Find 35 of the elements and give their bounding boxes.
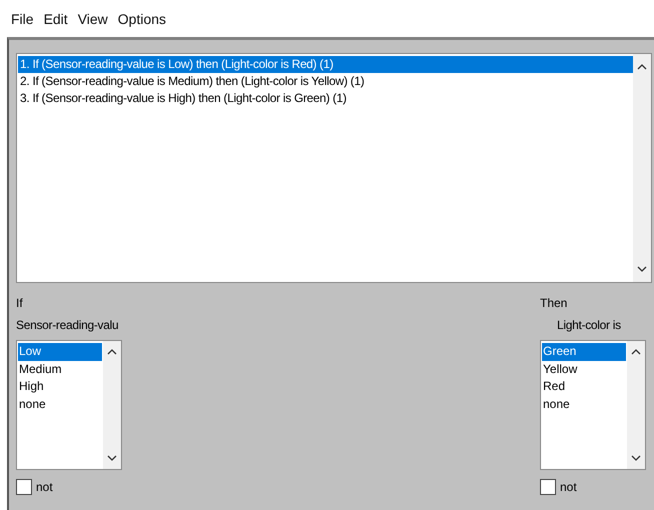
scroll-up-icon[interactable] (637, 64, 647, 70)
rule-list[interactable] (16, 53, 652, 283)
option-item[interactable]: Green (542, 343, 626, 360)
option-item[interactable]: none (18, 396, 102, 413)
option-item[interactable]: none (542, 396, 626, 413)
variable-label: Light-color is (556, 318, 621, 334)
checkbox-label: not (560, 480, 577, 494)
menu-item[interactable]: Options (112, 10, 172, 26)
section-label: If (16, 296, 24, 312)
menu-item[interactable]: View (72, 10, 113, 26)
option-list[interactable]: Green Yellow Red none (540, 340, 646, 470)
scroll-down-icon[interactable] (631, 455, 641, 461)
option-item[interactable]: Yellow (542, 360, 626, 378)
scroll-up-icon[interactable] (107, 349, 117, 355)
section-label: Then (540, 296, 568, 312)
scrollbar[interactable] (103, 341, 121, 469)
menu-item[interactable]: Edit (38, 10, 73, 26)
option-item[interactable]: High (18, 378, 102, 396)
rule-item[interactable]: 2. If (Sensor-reading-value is Medium) then (Light-color is Yellow) (1) (18, 73, 633, 90)
variable-label: Sensor-reading-valu (16, 318, 120, 334)
option-item[interactable]: Low (18, 343, 102, 360)
rule-item[interactable]: 1. If (Sensor-reading-value is Low) then (Light-color is Red) (1) (18, 56, 633, 73)
scroll-down-icon[interactable] (637, 266, 647, 272)
option-list[interactable]: Low Medium High none (16, 340, 122, 470)
checkbox-label: not (36, 480, 53, 494)
scrollbar[interactable] (633, 54, 651, 282)
scrollbar[interactable] (627, 341, 645, 469)
menu-item[interactable]: File (6, 10, 39, 26)
option-item[interactable]: Medium (18, 360, 102, 378)
not-checkbox[interactable] (16, 479, 32, 495)
rule-item[interactable]: 3. If (Sensor-reading-value is High) then (Light-color is Green) (1) (18, 90, 633, 107)
option-item[interactable]: Red (542, 378, 626, 396)
scroll-down-icon[interactable] (107, 455, 117, 461)
scroll-up-icon[interactable] (631, 349, 641, 355)
not-checkbox[interactable] (540, 479, 556, 495)
